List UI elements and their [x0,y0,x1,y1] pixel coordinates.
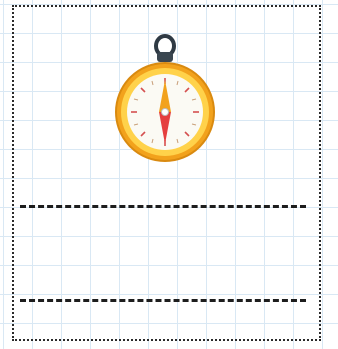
writing-line-2 [20,299,306,302]
compass-icon [115,34,215,162]
writing-line-1 [20,205,306,208]
compass-picture [101,26,229,164]
worksheet-page [0,0,338,349]
